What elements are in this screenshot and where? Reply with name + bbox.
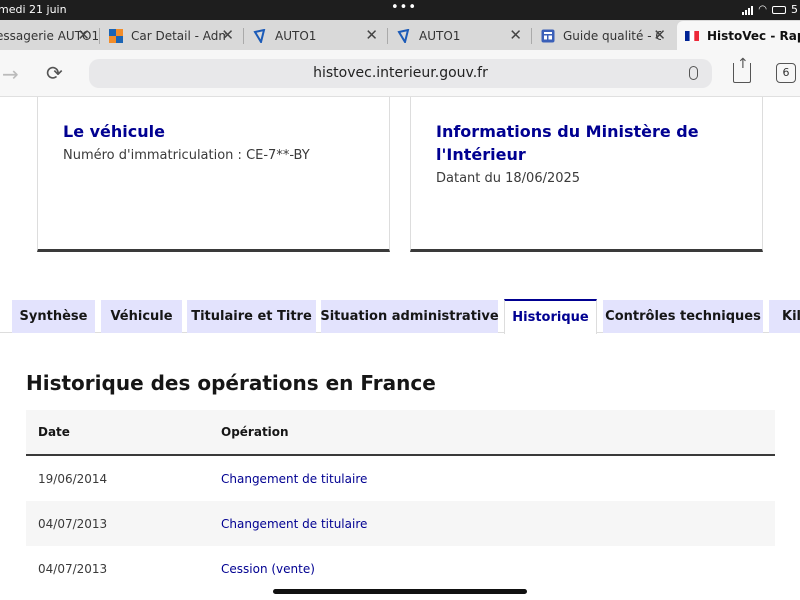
- tab-kilometrage[interactable]: Kilo: [769, 300, 800, 333]
- close-icon[interactable]: ✕: [221, 26, 234, 44]
- close-icon[interactable]: ✕: [653, 26, 666, 44]
- square-logo-icon: [109, 28, 123, 43]
- ministry-card: Informations du Ministère de l'Intérieur…: [410, 97, 763, 252]
- battery-icon: [772, 5, 786, 14]
- ministry-card-title: Informations du Ministère de l'Intérieur: [436, 122, 699, 164]
- vehicle-card: Le véhicule Numéro d'immatriculation : C…: [37, 97, 390, 252]
- tab-synthese[interactable]: Synthèse: [12, 300, 95, 333]
- microphone-icon[interactable]: [689, 66, 698, 80]
- browser-tab-strip: essagerie AUTO1 ✕ Car Detail - Admin ✕ A…: [0, 20, 800, 50]
- close-icon[interactable]: ✕: [77, 26, 90, 44]
- status-icons: ◠ 5: [742, 3, 798, 16]
- signal-icon: [742, 5, 754, 15]
- status-time: medi 21 juin: [0, 3, 67, 16]
- history-table: Date Opération 19/06/2014 Changement de …: [26, 410, 775, 591]
- browser-tab-title: Car Detail - Admin: [131, 28, 227, 43]
- column-header-operation: Opération: [221, 425, 289, 439]
- auto1-logo-icon: [397, 28, 411, 43]
- auto1-logo-icon: [253, 28, 267, 43]
- browser-tab-auto1-2[interactable]: AUTO1 ✕: [390, 21, 530, 50]
- column-header-date: Date: [38, 425, 70, 439]
- browser-tab-car-detail[interactable]: Car Detail - Admin ✕: [102, 21, 242, 50]
- table-header-row: Date Opération: [26, 410, 775, 456]
- browser-tab-guide-qualite[interactable]: Guide qualité - C ✕: [534, 21, 674, 50]
- home-indicator[interactable]: [273, 589, 527, 594]
- tab-titulaire-titre[interactable]: Titulaire et Titre: [187, 300, 316, 333]
- registration-number: Numéro d'immatriculation : CE-7**-BY: [63, 148, 310, 163]
- row-operation: Changement de titulaire: [221, 516, 368, 531]
- browser-tab-title: HistoVec - Rapport: [707, 28, 800, 43]
- vehicle-card-title: Le véhicule: [63, 122, 165, 141]
- row-date: 04/07/2013: [38, 516, 108, 531]
- browser-tab-title: Guide qualité - C: [563, 28, 661, 43]
- table-row: 19/06/2014 Changement de titulaire: [26, 456, 775, 501]
- tab-controles-techniques[interactable]: Contrôles techniques: [603, 300, 763, 333]
- url-text: histovec.interieur.gouv.fr: [313, 65, 488, 81]
- report-tab-bar: Synthèse Véhicule Titulaire et Titre Sit…: [0, 297, 800, 334]
- tab-vehicule[interactable]: Véhicule: [101, 300, 182, 333]
- battery-level: 5: [791, 3, 798, 16]
- ministry-date: Datant du 18/06/2025: [436, 171, 581, 186]
- browser-tab-histovec[interactable]: HistoVec - Rapport: [677, 21, 800, 50]
- close-icon[interactable]: ✕: [509, 26, 522, 44]
- row-operation: Cession (vente): [221, 561, 315, 576]
- table-row: 04/07/2013 Cession (vente): [26, 546, 775, 591]
- history-title: Historique des opérations en France: [26, 371, 436, 395]
- share-arrow-icon: ↑: [737, 56, 749, 72]
- forward-arrow-icon[interactable]: →: [2, 62, 19, 86]
- tab-historique[interactable]: Historique: [504, 299, 597, 334]
- browser-tab-messagerie[interactable]: essagerie AUTO1 ✕: [0, 21, 98, 50]
- browser-toolbar: → ⟳ histovec.interieur.gouv.fr ↑ 6: [0, 50, 800, 97]
- row-date: 19/06/2014: [38, 471, 108, 486]
- browser-tab-auto1[interactable]: AUTO1 ✕: [246, 21, 386, 50]
- tab-situation-administrative[interactable]: Situation administrative: [320, 300, 499, 333]
- multitask-dots[interactable]: •••: [391, 0, 417, 15]
- tab-count-button[interactable]: 6: [776, 63, 796, 83]
- french-flag-icon: [685, 29, 699, 43]
- wifi-icon: ◠: [758, 4, 767, 15]
- row-operation: Changement de titulaire: [221, 471, 368, 486]
- table-row: 04/07/2013 Changement de titulaire: [26, 501, 775, 546]
- close-icon[interactable]: ✕: [365, 26, 378, 44]
- address-bar[interactable]: histovec.interieur.gouv.fr: [89, 59, 712, 88]
- row-date: 04/07/2013: [38, 561, 108, 576]
- status-bar: medi 21 juin ••• ◠ 5: [0, 0, 800, 20]
- reload-icon[interactable]: ⟳: [46, 61, 63, 85]
- doc-logo-icon: [541, 29, 555, 43]
